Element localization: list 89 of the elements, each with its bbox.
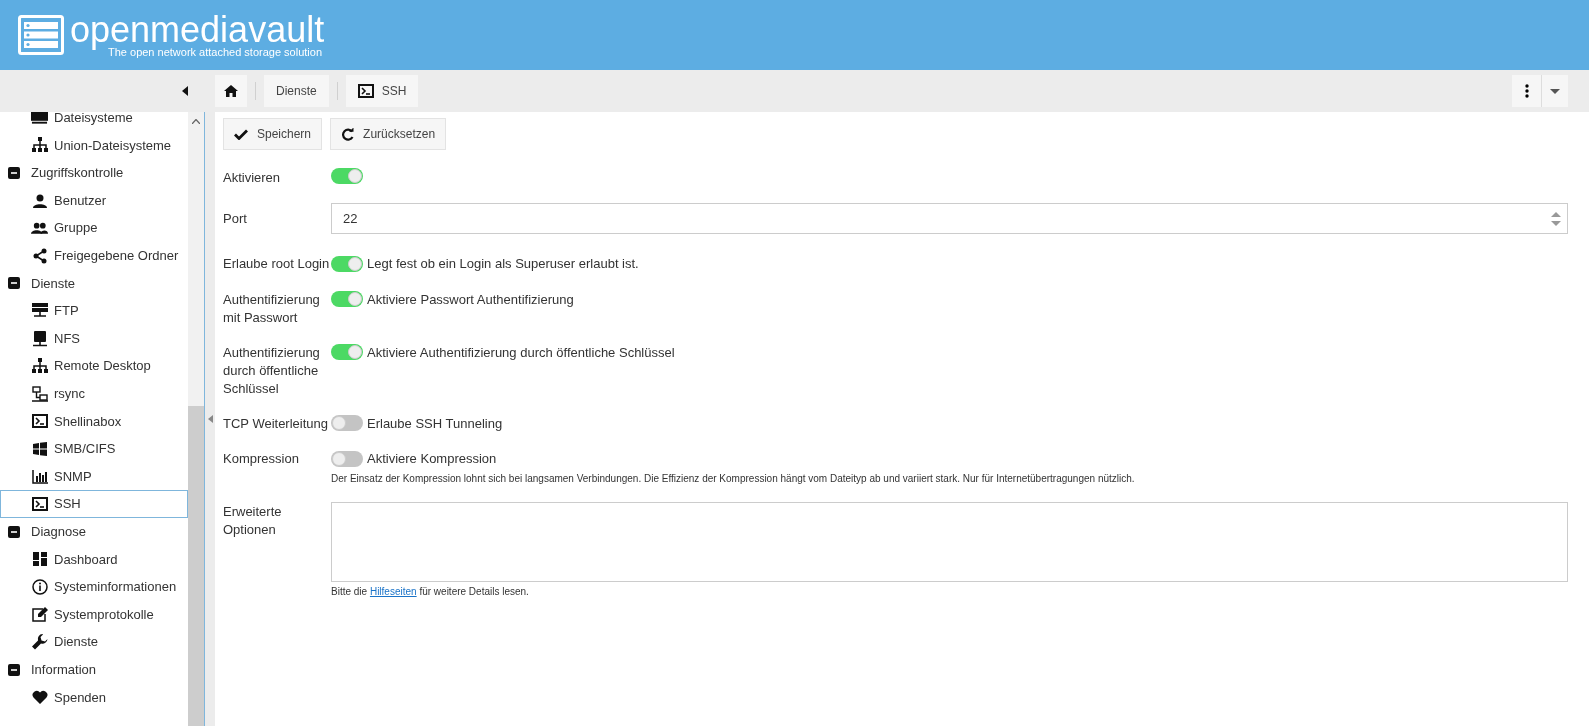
sidebar-group[interactable]: Diagnose bbox=[0, 517, 188, 546]
toggle-description: Legt fest ob ein Login als Superuser erlaubt ist. bbox=[367, 255, 639, 273]
save-button[interactable]: Speichern bbox=[223, 118, 323, 150]
sidebar-scrollbar[interactable] bbox=[188, 112, 205, 726]
windows-icon bbox=[32, 441, 47, 456]
sitemap-icon bbox=[31, 358, 48, 375]
app-subtitle: The open network attached storage solution bbox=[108, 46, 323, 58]
toggle-description: Aktiviere Kompression bbox=[367, 450, 497, 468]
collapse-icon bbox=[8, 525, 20, 538]
server-icon bbox=[31, 303, 48, 319]
field-label: Erlaube root Login bbox=[223, 255, 331, 273]
field-label: Authentifizierung durch öffentliche Schlüssel bbox=[223, 343, 321, 398]
bar-chart-icon bbox=[31, 469, 48, 484]
sidebar-item[interactable]: Dashboard bbox=[0, 545, 188, 574]
toggle-switch[interactable] bbox=[331, 291, 363, 308]
sidebar-item[interactable]: Systeminformationen bbox=[0, 573, 188, 601]
sidebar-item[interactable]: rsync bbox=[0, 379, 188, 408]
hint-text: Bitte die Hilfeseiten für weitere Details lesen. bbox=[331, 584, 530, 599]
sidebar-item[interactable]: Systemprotokolle bbox=[0, 600, 188, 629]
field-label: Port bbox=[223, 210, 248, 228]
sidebar-item[interactable]: Dienste bbox=[0, 628, 188, 656]
toggle-switch[interactable] bbox=[331, 415, 363, 432]
monitor-icon bbox=[31, 112, 48, 125]
checkmark-icon bbox=[234, 128, 248, 140]
info-icon bbox=[31, 578, 48, 595]
users-icon bbox=[31, 221, 48, 235]
home-icon bbox=[224, 85, 238, 97]
breadcrumb-link[interactable]: Dienste bbox=[264, 75, 329, 107]
heart-icon bbox=[31, 690, 48, 705]
toggle-description: Erlaube SSH Tunneling bbox=[367, 414, 503, 433]
sidebar-item[interactable]: Freigegebene Ordner bbox=[0, 241, 188, 270]
field-label: Authentifizierung mit Passwort bbox=[223, 290, 321, 327]
toggle-switch[interactable] bbox=[331, 344, 363, 361]
sidebar-group[interactable]: Dienste bbox=[0, 269, 188, 298]
sidebar-item[interactable]: NFS bbox=[0, 324, 188, 353]
wrench-icon bbox=[31, 634, 48, 651]
home-button[interactable] bbox=[215, 75, 247, 107]
toggle-switch[interactable] bbox=[331, 450, 363, 467]
sidebar-item[interactable]: SNMP bbox=[0, 462, 188, 491]
sidebar-item[interactable]: Dateisysteme bbox=[0, 112, 188, 132]
field-label: Aktivieren bbox=[223, 169, 282, 187]
terminal-icon bbox=[357, 84, 374, 98]
toggle-description: Aktiviere Passwort Authentifizierung bbox=[367, 290, 574, 309]
sidebar-item[interactable]: Union-Dateisysteme bbox=[0, 131, 188, 160]
caret-icon bbox=[1550, 88, 1560, 94]
user-icon bbox=[32, 193, 47, 208]
collapse-icon[interactable] bbox=[182, 86, 188, 96]
toggle-description: Aktiviere Authentifizierung durch öffentliche Schlüssel bbox=[367, 343, 675, 362]
desktop-icon bbox=[32, 330, 47, 347]
spinner-icon[interactable] bbox=[1551, 210, 1561, 227]
help-link[interactable]: Hilfeseiten bbox=[369, 585, 417, 597]
scroll-up-icon[interactable] bbox=[192, 119, 200, 124]
splitter-arrow-icon[interactable] bbox=[207, 415, 213, 423]
reset-button[interactable]: Zurücksetzen bbox=[330, 118, 447, 150]
collapse-icon bbox=[8, 277, 20, 290]
hint-text: Der Einsatz der Kompression lohnt sich bei langsamen Verbindungen. Die Effizienz der Kompression hängt vom Dateityp ab und variiert stark. Nur für Internetübertragungen nützlich. bbox=[331, 471, 1136, 486]
sidebar-group[interactable]: Information bbox=[0, 655, 188, 684]
share-icon bbox=[32, 247, 47, 264]
dropdown-button[interactable] bbox=[1542, 75, 1568, 107]
options-textarea[interactable] bbox=[331, 501, 1568, 582]
terminal-icon bbox=[31, 497, 48, 512]
sidebar-item[interactable]: Remote Desktop bbox=[0, 352, 188, 380]
sidebar-item[interactable]: FTP bbox=[0, 297, 188, 325]
sitemap-icon bbox=[31, 137, 48, 154]
sidebar-item[interactable]: SMB/CIFS bbox=[0, 435, 188, 463]
field-label: TCP Weiterleitung bbox=[223, 414, 329, 433]
collapse-icon bbox=[8, 663, 20, 676]
sidebar-item[interactable]: Benutzer bbox=[0, 186, 188, 215]
collapse-icon bbox=[8, 167, 20, 179]
sidebar-item[interactable]: Spenden bbox=[0, 683, 188, 712]
toggle-switch[interactable] bbox=[331, 168, 363, 184]
terminal-icon bbox=[31, 414, 48, 429]
more-options-button[interactable] bbox=[1512, 75, 1542, 107]
breadcrumb-link[interactable]: SSH bbox=[345, 75, 419, 107]
sidebar-group[interactable]: Zugriffskontrolle bbox=[0, 159, 188, 187]
dashboard-icon bbox=[32, 552, 47, 567]
sidebar-item[interactable]: SSH bbox=[0, 490, 188, 518]
kebab-icon bbox=[1524, 84, 1529, 98]
toggle-switch[interactable] bbox=[331, 255, 363, 272]
port-input[interactable]: 22 bbox=[331, 203, 1568, 234]
edit-icon bbox=[31, 607, 48, 622]
field-label: Erweiterte Optionen bbox=[223, 502, 283, 539]
field-label: Kompression bbox=[223, 450, 300, 468]
server-logo-icon bbox=[18, 15, 64, 55]
sidebar-item[interactable]: Gruppe bbox=[0, 214, 188, 242]
scrollbar-thumb[interactable] bbox=[188, 406, 204, 726]
reset-icon bbox=[341, 127, 355, 141]
sidebar-item[interactable]: Shellinabox bbox=[0, 407, 188, 436]
network-icon bbox=[31, 385, 48, 402]
